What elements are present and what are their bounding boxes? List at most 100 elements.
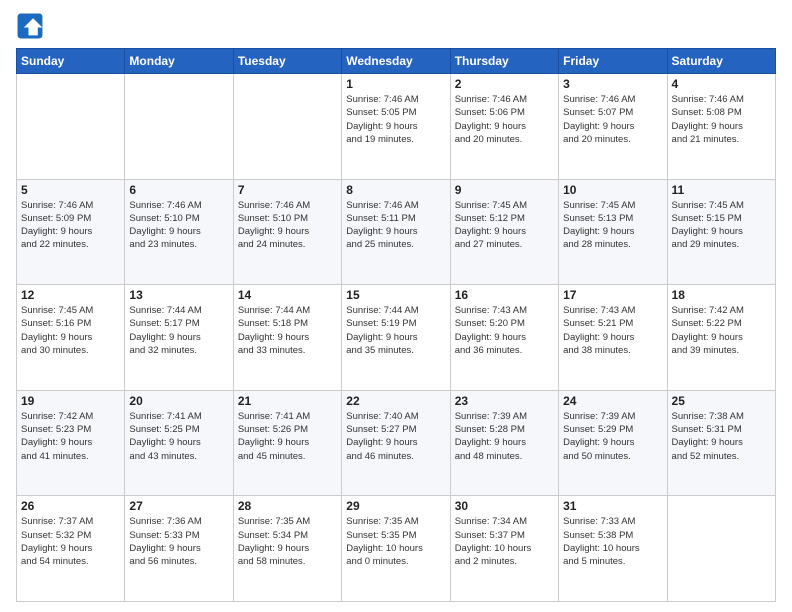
calendar-cell: 22 Sunrise: 7:40 AM Sunset: 5:27 PM Dayli… bbox=[342, 390, 450, 496]
weekday-header-thursday: Thursday bbox=[450, 49, 558, 74]
calendar-cell: 11 Sunrise: 7:45 AM Sunset: 5:15 PM Dayli… bbox=[667, 179, 775, 285]
day-info: Sunrise: 7:45 AM Sunset: 5:13 PM Dayligh… bbox=[563, 199, 662, 252]
day-number: 28 bbox=[238, 499, 337, 513]
day-number: 6 bbox=[129, 183, 228, 197]
day-info: Sunrise: 7:45 AM Sunset: 5:12 PM Dayligh… bbox=[455, 199, 554, 252]
day-info: Sunrise: 7:43 AM Sunset: 5:21 PM Dayligh… bbox=[563, 304, 662, 357]
calendar-cell: 6 Sunrise: 7:46 AM Sunset: 5:10 PM Daylig… bbox=[125, 179, 233, 285]
day-info: Sunrise: 7:35 AM Sunset: 5:35 PM Dayligh… bbox=[346, 515, 445, 568]
day-info: Sunrise: 7:46 AM Sunset: 5:10 PM Dayligh… bbox=[238, 199, 337, 252]
day-number: 12 bbox=[21, 288, 120, 302]
calendar-cell: 29 Sunrise: 7:35 AM Sunset: 5:35 PM Dayli… bbox=[342, 496, 450, 602]
day-number: 8 bbox=[346, 183, 445, 197]
calendar-cell: 15 Sunrise: 7:44 AM Sunset: 5:19 PM Dayli… bbox=[342, 285, 450, 391]
day-info: Sunrise: 7:46 AM Sunset: 5:11 PM Dayligh… bbox=[346, 199, 445, 252]
calendar-week-1: 5Sunrise: 7:46 AM Sunset: 5:09 PM Daylig… bbox=[17, 179, 776, 285]
day-info: Sunrise: 7:42 AM Sunset: 5:22 PM Dayligh… bbox=[672, 304, 771, 357]
day-info: Sunrise: 7:46 AM Sunset: 5:07 PM Dayligh… bbox=[563, 93, 662, 146]
day-number: 4 bbox=[672, 77, 771, 91]
day-info: Sunrise: 7:45 AM Sunset: 5:16 PM Dayligh… bbox=[21, 304, 120, 357]
calendar-week-4: 26 Sunrise: 7:37 AM Sunset: 5:32 PM Dayli… bbox=[17, 496, 776, 602]
day-info: Sunrise: 7:44 AM Sunset: 5:17 PM Dayligh… bbox=[129, 304, 228, 357]
calendar-cell: 1 Sunrise: 7:46 AM Sunset: 5:05 PM Daylig… bbox=[342, 74, 450, 180]
day-number: 22 bbox=[346, 394, 445, 408]
calendar-cell: 23Sunrise: 7:39 AM Sunset: 5:28 PM Dayli… bbox=[450, 390, 558, 496]
calendar-cell bbox=[125, 74, 233, 180]
day-info: Sunrise: 7:43 AM Sunset: 5:20 PM Dayligh… bbox=[455, 304, 554, 357]
calendar-cell: 18 Sunrise: 7:42 AM Sunset: 5:22 PM Dayli… bbox=[667, 285, 775, 391]
day-info: Sunrise: 7:40 AM Sunset: 5:27 PM Dayligh… bbox=[346, 410, 445, 463]
day-number: 19 bbox=[21, 394, 120, 408]
calendar-week-0: 1 Sunrise: 7:46 AM Sunset: 5:05 PM Daylig… bbox=[17, 74, 776, 180]
logo-icon bbox=[16, 12, 44, 40]
day-info: Sunrise: 7:39 AM Sunset: 5:29 PM Dayligh… bbox=[563, 410, 662, 463]
weekday-header-saturday: Saturday bbox=[667, 49, 775, 74]
calendar-cell: 24 Sunrise: 7:39 AM Sunset: 5:29 PM Dayli… bbox=[559, 390, 667, 496]
day-number: 15 bbox=[346, 288, 445, 302]
day-number: 9 bbox=[455, 183, 554, 197]
calendar-cell: 19 Sunrise: 7:42 AM Sunset: 5:23 PM Dayli… bbox=[17, 390, 125, 496]
day-number: 24 bbox=[563, 394, 662, 408]
calendar-cell: 2 Sunrise: 7:46 AM Sunset: 5:06 PM Daylig… bbox=[450, 74, 558, 180]
calendar-week-3: 19 Sunrise: 7:42 AM Sunset: 5:23 PM Dayli… bbox=[17, 390, 776, 496]
day-info: Sunrise: 7:38 AM Sunset: 5:31 PM Dayligh… bbox=[672, 410, 771, 463]
day-info: Sunrise: 7:46 AM Sunset: 5:10 PM Dayligh… bbox=[129, 199, 228, 252]
day-number: 31 bbox=[563, 499, 662, 513]
day-info: Sunrise: 7:35 AM Sunset: 5:34 PM Dayligh… bbox=[238, 515, 337, 568]
day-number: 14 bbox=[238, 288, 337, 302]
weekday-header-friday: Friday bbox=[559, 49, 667, 74]
day-info: Sunrise: 7:33 AM Sunset: 5:38 PM Dayligh… bbox=[563, 515, 662, 568]
day-info: Sunrise: 7:42 AM Sunset: 5:23 PM Dayligh… bbox=[21, 410, 120, 463]
calendar-cell: 28 Sunrise: 7:35 AM Sunset: 5:34 PM Dayli… bbox=[233, 496, 341, 602]
day-number: 20 bbox=[129, 394, 228, 408]
calendar-cell: 16 Sunrise: 7:43 AM Sunset: 5:20 PM Dayli… bbox=[450, 285, 558, 391]
day-number: 21 bbox=[238, 394, 337, 408]
calendar-cell: 8 Sunrise: 7:46 AM Sunset: 5:11 PM Daylig… bbox=[342, 179, 450, 285]
day-info: Sunrise: 7:44 AM Sunset: 5:19 PM Dayligh… bbox=[346, 304, 445, 357]
calendar-cell: 3 Sunrise: 7:46 AM Sunset: 5:07 PM Daylig… bbox=[559, 74, 667, 180]
calendar-week-2: 12 Sunrise: 7:45 AM Sunset: 5:16 PM Dayli… bbox=[17, 285, 776, 391]
calendar-cell: 5Sunrise: 7:46 AM Sunset: 5:09 PM Daylig… bbox=[17, 179, 125, 285]
day-info: Sunrise: 7:46 AM Sunset: 5:06 PM Dayligh… bbox=[455, 93, 554, 146]
day-info: Sunrise: 7:37 AM Sunset: 5:32 PM Dayligh… bbox=[21, 515, 120, 568]
calendar-cell: 31 Sunrise: 7:33 AM Sunset: 5:38 PM Dayli… bbox=[559, 496, 667, 602]
day-number: 1 bbox=[346, 77, 445, 91]
day-info: Sunrise: 7:41 AM Sunset: 5:26 PM Dayligh… bbox=[238, 410, 337, 463]
calendar-header-row: SundayMondayTuesdayWednesdayThursdayFrid… bbox=[17, 49, 776, 74]
day-info: Sunrise: 7:46 AM Sunset: 5:09 PM Dayligh… bbox=[21, 199, 120, 252]
day-number: 18 bbox=[672, 288, 771, 302]
calendar-cell: 14 Sunrise: 7:44 AM Sunset: 5:18 PM Dayli… bbox=[233, 285, 341, 391]
calendar-cell: 30Sunrise: 7:34 AM Sunset: 5:37 PM Dayli… bbox=[450, 496, 558, 602]
day-number: 17 bbox=[563, 288, 662, 302]
day-number: 3 bbox=[563, 77, 662, 91]
day-number: 23 bbox=[455, 394, 554, 408]
day-number: 16 bbox=[455, 288, 554, 302]
header bbox=[16, 12, 776, 40]
weekday-header-wednesday: Wednesday bbox=[342, 49, 450, 74]
calendar-body: 1 Sunrise: 7:46 AM Sunset: 5:05 PM Daylig… bbox=[17, 74, 776, 602]
calendar-cell bbox=[233, 74, 341, 180]
day-info: Sunrise: 7:44 AM Sunset: 5:18 PM Dayligh… bbox=[238, 304, 337, 357]
calendar-cell: 13 Sunrise: 7:44 AM Sunset: 5:17 PM Dayli… bbox=[125, 285, 233, 391]
day-info: Sunrise: 7:45 AM Sunset: 5:15 PM Dayligh… bbox=[672, 199, 771, 252]
calendar: SundayMondayTuesdayWednesdayThursdayFrid… bbox=[16, 48, 776, 602]
calendar-cell bbox=[17, 74, 125, 180]
weekday-header-sunday: Sunday bbox=[17, 49, 125, 74]
day-number: 10 bbox=[563, 183, 662, 197]
calendar-cell: 12 Sunrise: 7:45 AM Sunset: 5:16 PM Dayli… bbox=[17, 285, 125, 391]
calendar-cell bbox=[667, 496, 775, 602]
day-number: 11 bbox=[672, 183, 771, 197]
day-number: 13 bbox=[129, 288, 228, 302]
day-info: Sunrise: 7:46 AM Sunset: 5:08 PM Dayligh… bbox=[672, 93, 771, 146]
day-number: 29 bbox=[346, 499, 445, 513]
day-number: 25 bbox=[672, 394, 771, 408]
day-number: 2 bbox=[455, 77, 554, 91]
day-number: 7 bbox=[238, 183, 337, 197]
day-info: Sunrise: 7:41 AM Sunset: 5:25 PM Dayligh… bbox=[129, 410, 228, 463]
calendar-cell: 10 Sunrise: 7:45 AM Sunset: 5:13 PM Dayli… bbox=[559, 179, 667, 285]
day-number: 26 bbox=[21, 499, 120, 513]
calendar-cell: 4 Sunrise: 7:46 AM Sunset: 5:08 PM Daylig… bbox=[667, 74, 775, 180]
logo bbox=[16, 12, 48, 40]
day-info: Sunrise: 7:46 AM Sunset: 5:05 PM Dayligh… bbox=[346, 93, 445, 146]
weekday-header-monday: Monday bbox=[125, 49, 233, 74]
